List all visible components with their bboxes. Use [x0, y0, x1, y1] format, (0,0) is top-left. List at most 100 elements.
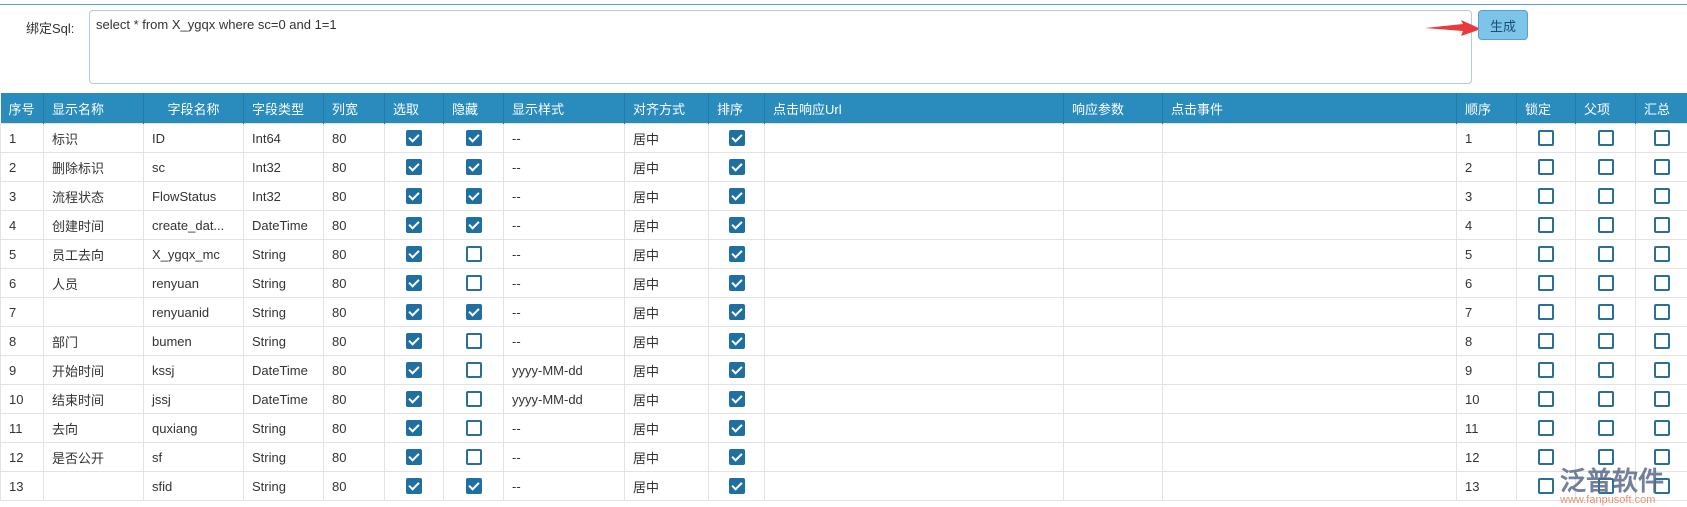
click-url[interactable] — [764, 268, 1064, 298]
click-event[interactable] — [1162, 239, 1457, 269]
click-event[interactable] — [1162, 413, 1457, 443]
select-checkbox[interactable] — [406, 217, 422, 234]
sort-checkbox[interactable] — [728, 333, 745, 350]
sort-checkbox[interactable] — [728, 188, 745, 205]
click-event[interactable] — [1162, 355, 1457, 385]
response-params[interactable] — [1063, 268, 1163, 298]
click-event[interactable] — [1162, 471, 1457, 501]
hide-checkbox[interactable] — [465, 362, 482, 379]
sort-checkbox[interactable] — [728, 391, 745, 408]
click-url[interactable] — [764, 355, 1064, 385]
click-event[interactable] — [1162, 152, 1457, 182]
click-url[interactable] — [764, 413, 1064, 443]
hide-checkbox[interactable] — [465, 478, 482, 495]
parent-checkbox[interactable] — [1597, 420, 1614, 437]
lock-checkbox[interactable] — [1538, 478, 1554, 495]
click-url[interactable] — [764, 239, 1064, 269]
hide-checkbox[interactable] — [465, 391, 482, 408]
summary-checkbox[interactable] — [1653, 217, 1670, 234]
parent-checkbox[interactable] — [1597, 130, 1614, 147]
click-url[interactable] — [764, 181, 1064, 211]
lock-checkbox[interactable] — [1538, 159, 1554, 176]
lock-checkbox[interactable] — [1538, 217, 1554, 234]
summary-checkbox[interactable] — [1653, 130, 1670, 147]
hide-checkbox[interactable] — [465, 246, 482, 263]
select-checkbox[interactable] — [406, 362, 422, 379]
summary-checkbox[interactable] — [1653, 391, 1670, 408]
click-event[interactable] — [1162, 297, 1457, 327]
parent-checkbox[interactable] — [1597, 217, 1614, 234]
sort-checkbox[interactable] — [728, 449, 745, 466]
click-url[interactable] — [764, 297, 1064, 327]
summary-checkbox[interactable] — [1653, 246, 1670, 263]
select-checkbox[interactable] — [406, 478, 422, 495]
parent-checkbox[interactable] — [1597, 275, 1614, 292]
click-url[interactable] — [764, 152, 1064, 182]
summary-checkbox[interactable] — [1653, 362, 1670, 379]
sort-checkbox[interactable] — [728, 217, 745, 234]
sort-checkbox[interactable] — [728, 130, 745, 147]
click-event[interactable] — [1162, 384, 1457, 414]
response-params[interactable] — [1063, 413, 1163, 443]
response-params[interactable] — [1063, 181, 1163, 211]
select-checkbox[interactable] — [406, 275, 422, 292]
sort-checkbox[interactable] — [728, 478, 745, 495]
summary-checkbox[interactable] — [1653, 275, 1670, 292]
lock-checkbox[interactable] — [1538, 333, 1554, 350]
response-params[interactable] — [1063, 297, 1163, 327]
hide-checkbox[interactable] — [465, 449, 482, 466]
response-params[interactable] — [1063, 210, 1163, 240]
summary-checkbox[interactable] — [1653, 304, 1670, 321]
click-event[interactable] — [1162, 326, 1457, 356]
select-checkbox[interactable] — [406, 449, 422, 466]
hide-checkbox[interactable] — [465, 217, 482, 234]
select-checkbox[interactable] — [406, 246, 422, 263]
response-params[interactable] — [1063, 326, 1163, 356]
select-checkbox[interactable] — [406, 391, 422, 408]
parent-checkbox[interactable] — [1597, 159, 1614, 176]
lock-checkbox[interactable] — [1538, 362, 1554, 379]
parent-checkbox[interactable] — [1597, 246, 1614, 263]
response-params[interactable] — [1063, 471, 1163, 501]
parent-checkbox[interactable] — [1597, 188, 1614, 205]
sort-checkbox[interactable] — [728, 362, 745, 379]
select-checkbox[interactable] — [406, 333, 422, 350]
lock-checkbox[interactable] — [1538, 449, 1554, 466]
lock-checkbox[interactable] — [1538, 246, 1554, 263]
hide-checkbox[interactable] — [465, 333, 482, 350]
response-params[interactable] — [1063, 442, 1163, 472]
summary-checkbox[interactable] — [1653, 420, 1670, 437]
click-event[interactable] — [1162, 268, 1457, 298]
hide-checkbox[interactable] — [465, 188, 482, 205]
select-checkbox[interactable] — [406, 304, 422, 321]
click-url[interactable] — [764, 384, 1064, 414]
summary-checkbox[interactable] — [1653, 333, 1670, 350]
select-checkbox[interactable] — [406, 130, 422, 147]
parent-checkbox[interactable] — [1597, 333, 1614, 350]
click-event[interactable] — [1162, 442, 1457, 472]
response-params[interactable] — [1063, 384, 1163, 414]
hide-checkbox[interactable] — [465, 275, 482, 292]
response-params[interactable] — [1063, 355, 1163, 385]
click-event[interactable] — [1162, 181, 1457, 211]
click-url[interactable] — [764, 442, 1064, 472]
parent-checkbox[interactable] — [1597, 391, 1614, 408]
response-params[interactable] — [1063, 239, 1163, 269]
click-url[interactable] — [764, 471, 1064, 501]
lock-checkbox[interactable] — [1538, 130, 1554, 147]
click-url[interactable] — [764, 326, 1064, 356]
click-url[interactable] — [764, 210, 1064, 240]
parent-checkbox[interactable] — [1597, 362, 1614, 379]
response-params[interactable] — [1063, 123, 1163, 153]
select-checkbox[interactable] — [406, 159, 422, 176]
sort-checkbox[interactable] — [728, 420, 745, 437]
hide-checkbox[interactable] — [465, 130, 482, 147]
parent-checkbox[interactable] — [1597, 304, 1614, 321]
generate-button[interactable]: 生成 — [1478, 10, 1528, 40]
select-checkbox[interactable] — [406, 420, 422, 437]
click-event[interactable] — [1162, 123, 1457, 153]
click-event[interactable] — [1162, 210, 1457, 240]
summary-checkbox[interactable] — [1653, 188, 1670, 205]
response-params[interactable] — [1063, 152, 1163, 182]
lock-checkbox[interactable] — [1538, 275, 1554, 292]
